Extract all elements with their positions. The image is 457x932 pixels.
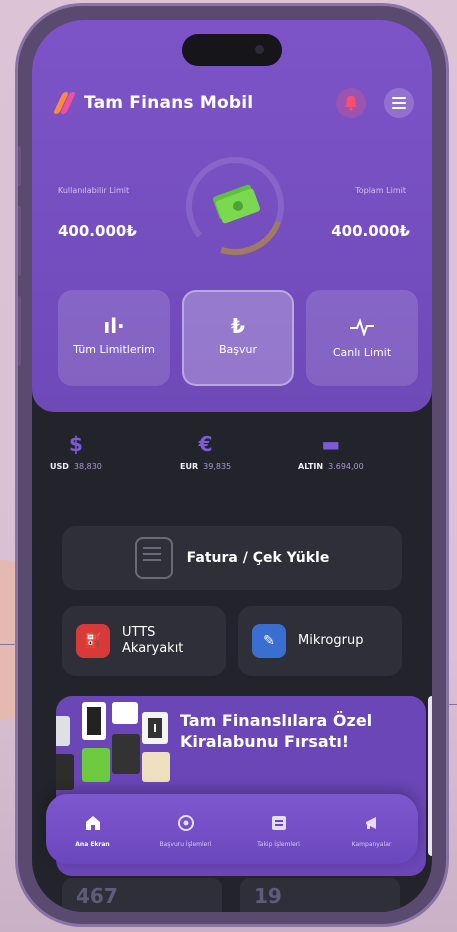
phone-volume-down (18, 296, 21, 366)
limit-gauge (186, 157, 284, 255)
rate-usd-value: 38,830 (73, 462, 102, 471)
available-limit-label: Kullanılabilir Limit (58, 186, 130, 195)
phone-frame: Tam Finans Mobil Kullanılabilir Limit 40… (18, 6, 446, 924)
dollar-icon: $ (68, 432, 83, 456)
next-banner-peek[interactable] (428, 696, 432, 856)
nav-applications-label: Başvuru İşlemleri (159, 840, 212, 848)
partner-utts[interactable]: ⛽ UTTS Akaryakıt (62, 606, 226, 676)
header-panel: Tam Finans Mobil Kullanılabilir Limit 40… (32, 20, 432, 412)
card-apply-label: Başvur (218, 343, 258, 356)
nav-campaigns-label: Kampanyalar (351, 840, 392, 848)
dynamic-island (182, 34, 282, 66)
available-limit-value: 400.000₺ (58, 222, 137, 240)
card-apply[interactable]: ₺ Başvur (182, 290, 294, 386)
product-thumb (82, 702, 106, 740)
bottom-nav: Ana Ekran Başvuru İşlemleri Takip İşleml… (46, 794, 418, 864)
rate-usd: $ USD 38,830 (50, 432, 102, 471)
rate-gold: ▬ ALTIN 3.694,00 (298, 432, 364, 471)
nav-applications[interactable]: Başvuru İşlemleri (146, 811, 226, 848)
hamburger-icon (392, 94, 406, 112)
rate-gold-code: ALTIN (298, 462, 324, 471)
nav-tracking[interactable]: Takip İşlemleri (239, 811, 319, 848)
menu-button[interactable] (384, 88, 414, 118)
gold-icon: ▬ (321, 432, 341, 456)
fuel-icon: ⛽ (76, 624, 110, 658)
product-thumb (142, 712, 168, 744)
phone-side-button (18, 146, 21, 186)
stat-left-value: 467 (76, 884, 118, 908)
lira-icon: ₺ (231, 314, 245, 338)
total-limit-label: Toplam Limit (355, 186, 406, 195)
card-live-limit[interactable]: Canlı Limit (306, 290, 418, 386)
notification-button[interactable] (336, 88, 366, 118)
card-all-limits-label: Tüm Limitlerim (73, 343, 155, 356)
quick-actions: ıl· Tüm Limitlerim ₺ Başvur Canlı Limit (58, 290, 418, 386)
banner-title: Tam Finanslılara Özel Kiralabunu Fırsatı… (180, 711, 373, 751)
exchange-rates: $ USD 38,830 € EUR 39,835 ▬ ALTIN 3.694,00 (32, 432, 432, 508)
stat-card-right[interactable]: 19 (240, 878, 400, 912)
card-live-limit-label: Canlı Limit (332, 345, 392, 359)
nav-tracking-label: Takip İşlemleri (257, 840, 300, 848)
partner-utts-line1: UTTS (122, 625, 156, 640)
product-thumb (56, 716, 70, 746)
rate-usd-code: USD (50, 462, 69, 471)
invoice-upload-label: Fatura / Çek Yükle (186, 550, 330, 566)
app-screen: Tam Finans Mobil Kullanılabilir Limit 40… (32, 20, 432, 912)
rate-gold-value: 3.694,00 (328, 462, 364, 471)
product-thumb (142, 752, 170, 782)
pulse-icon (350, 317, 374, 336)
stat-right-value: 19 (254, 884, 282, 908)
nav-home[interactable]: Ana Ekran (53, 811, 133, 848)
euro-icon: € (198, 432, 213, 456)
home-icon (81, 811, 105, 835)
nav-home-label: Ana Ekran (75, 840, 110, 848)
nav-campaigns[interactable]: Kampanyalar (332, 811, 412, 848)
phone-volume-up (18, 206, 21, 276)
settings-icon (174, 811, 198, 835)
product-thumb (82, 748, 110, 782)
partner-utts-line2: Akaryakıt (122, 641, 184, 656)
product-thumb (56, 754, 74, 790)
app-title: Tam Finans Mobil (84, 93, 254, 113)
rate-eur: € EUR 39,835 (180, 432, 231, 471)
brand: Tam Finans Mobil (52, 92, 254, 114)
document-icon (134, 537, 173, 579)
product-thumb (112, 734, 140, 774)
megaphone-icon (360, 811, 384, 835)
document-icon (267, 811, 291, 835)
brand-logo-icon (52, 92, 77, 114)
money-icon (212, 184, 261, 224)
mikrogrup-logo-icon: ✎ (252, 624, 286, 658)
card-all-limits[interactable]: ıl· Tüm Limitlerim (58, 290, 170, 386)
chart-icon: ıl· (103, 314, 125, 338)
partner-mikrogrup-label: Mikrogrup (298, 633, 364, 648)
total-limit-value: 400.000₺ (331, 222, 410, 240)
rate-eur-value: 39,835 (203, 462, 232, 471)
product-thumb (112, 702, 138, 724)
stat-card-left[interactable]: 467 (62, 878, 222, 912)
invoice-upload-button[interactable]: Fatura / Çek Yükle (62, 526, 402, 590)
partner-mikrogrup[interactable]: ✎ Mikrogrup (238, 606, 402, 676)
rate-eur-code: EUR (180, 462, 199, 471)
bell-icon (345, 96, 357, 111)
